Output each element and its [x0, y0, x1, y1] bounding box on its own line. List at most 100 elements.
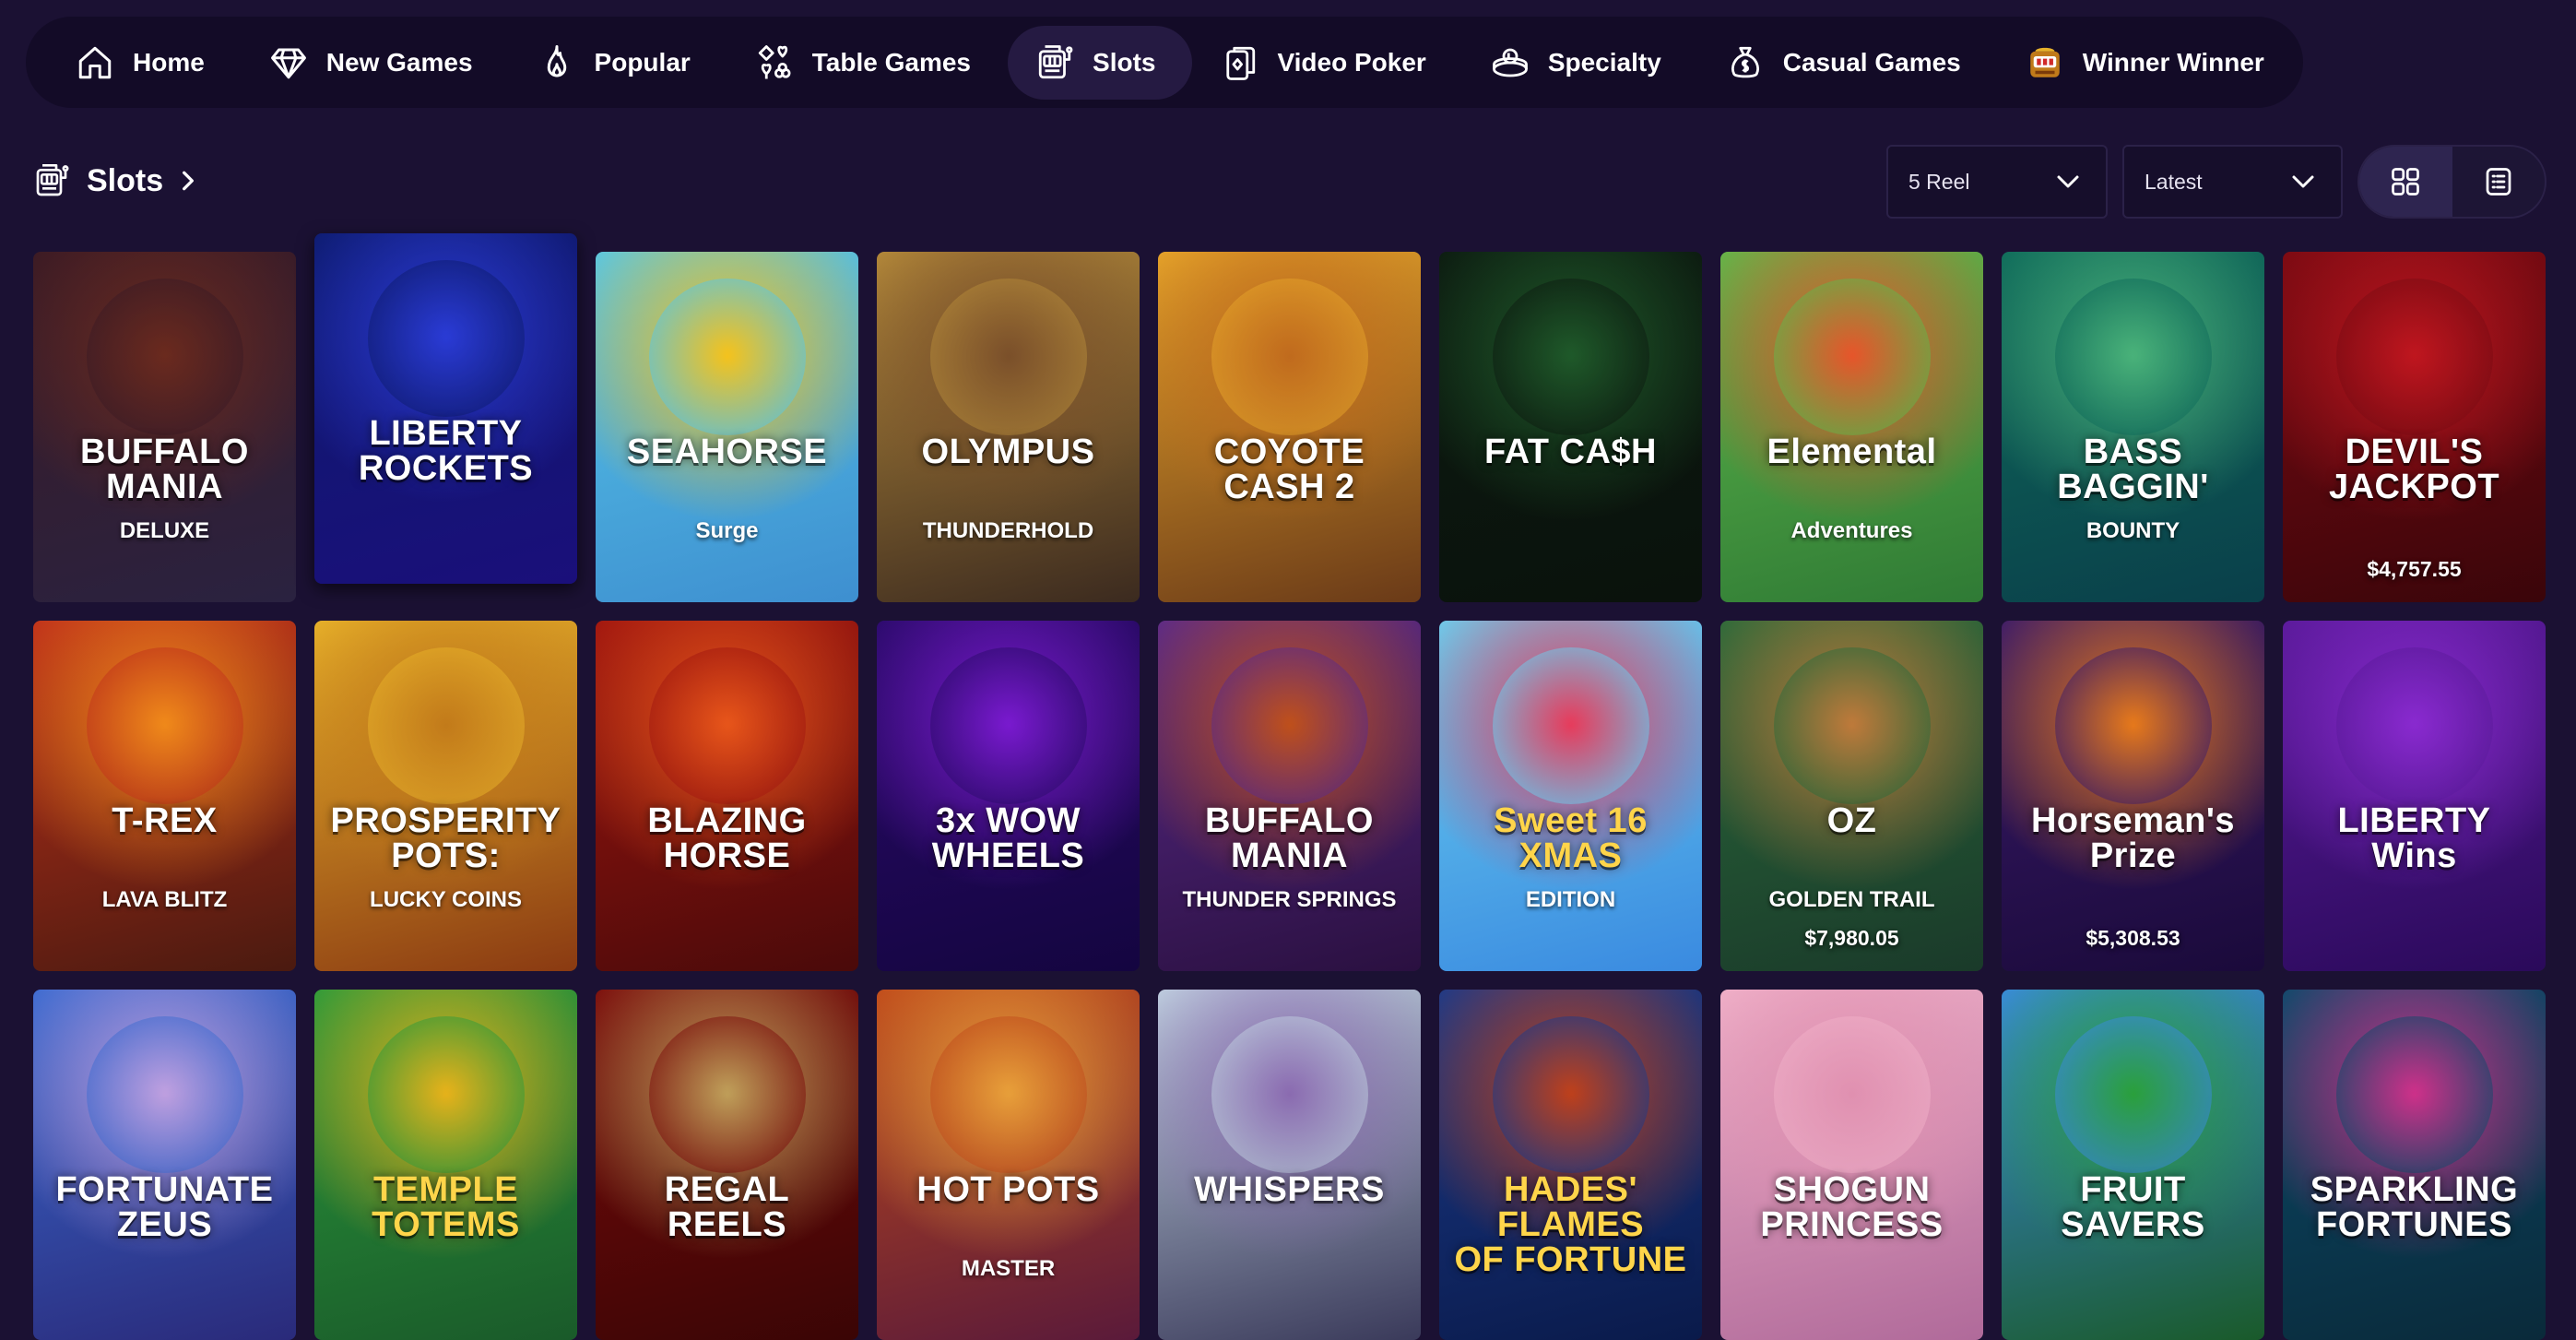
game-tile[interactable]: SPARKLING FORTUNES [2283, 990, 2546, 1340]
game-title: COYOTE CASH 2 [1213, 432, 1365, 506]
sort-dropdown[interactable]: Latest [2122, 145, 2343, 219]
nav-item-label: New Games [325, 47, 473, 77]
game-tile[interactable]: DEVIL'S JACKPOT $4,757.55 [2283, 252, 2546, 602]
game-title: Sweet 16 XMAS [1494, 800, 1648, 875]
game-tile[interactable]: SEAHORSE Surge [596, 252, 858, 602]
game-tile[interactable]: TEMPLE TOTEMS [314, 990, 577, 1340]
game-tile[interactable]: BLAZING HORSE [596, 621, 858, 971]
game-title: 3x WOW WHEELS [931, 800, 1085, 875]
list-icon [2486, 168, 2511, 196]
game-tile[interactable]: Elemental Adventures [1720, 252, 1983, 602]
nav-item-table-games[interactable]: Table Games [727, 26, 1008, 100]
game-tile[interactable]: Horseman's Prize $5,308.53 [2002, 621, 2264, 971]
game-character-art [2335, 647, 2493, 804]
game-tile[interactable]: FRUIT SAVERS [2002, 990, 2264, 1340]
nav-item-home[interactable]: Home [48, 26, 242, 100]
nav-item-popular[interactable]: Popular [510, 26, 727, 100]
game-subtitle: LUCKY COINS [370, 886, 522, 912]
nav-item-slots[interactable]: Slots [1008, 25, 1193, 100]
game-title: Horseman's Prize [2030, 800, 2235, 875]
nav-item-video-poker[interactable]: Video Poker [1192, 26, 1462, 100]
slot-machine-icon [1035, 43, 1074, 82]
game-tile[interactable]: HADES' FLAMES OF FORTUNE [1439, 990, 1702, 1340]
jackpot-amount: $4,757.55 [2367, 557, 2462, 581]
game-tile[interactable]: 3x WOW WHEELS [877, 621, 1140, 971]
game-subtitle: THUNDERHOLD [922, 517, 1094, 543]
main-nav: Home New Games Popular Table Games Slots… [26, 17, 2303, 108]
view-toggle [2357, 145, 2546, 219]
game-title: FRUIT SAVERS [2061, 1169, 2205, 1244]
game-tile[interactable]: BASS BAGGIN' BOUNTY [2002, 252, 2264, 602]
game-tile[interactable]: COYOTE CASH 2 [1158, 252, 1421, 602]
game-character-art [929, 279, 1087, 435]
game-character-art [2054, 279, 2212, 435]
chevron-down-icon [2057, 175, 2079, 188]
game-title: PROSPERITY POTS: [330, 800, 561, 875]
game-subtitle: Surge [695, 517, 759, 543]
game-character-art [648, 279, 806, 435]
game-character-art [2054, 1016, 2212, 1173]
game-character-art [86, 1016, 243, 1173]
game-character-art [86, 279, 243, 435]
game-character-art [1492, 1016, 1649, 1173]
game-title: TEMPLE TOTEMS [372, 1169, 520, 1244]
game-character-art [367, 1016, 525, 1173]
game-character-art [648, 647, 806, 804]
game-tile[interactable]: LIBERTY ROCKETS [314, 233, 577, 584]
game-character-art [1211, 1016, 1368, 1173]
game-character-art [1773, 647, 1931, 804]
nav-item-winner-winner[interactable]: Winner Winner [1998, 26, 2301, 100]
jackpot-amount: $5,308.53 [2086, 926, 2180, 950]
game-tile[interactable]: BUFFALO MANIA THUNDER SPRINGS [1158, 621, 1421, 971]
nav-item-new-games[interactable]: New Games [242, 26, 510, 100]
game-subtitle: MASTER [961, 1255, 1056, 1281]
game-tile[interactable]: Sweet 16 XMAS EDITION [1439, 621, 1702, 971]
breadcrumb[interactable]: Slots [33, 157, 200, 205]
nav-item-casual-games[interactable]: Casual Games [1698, 26, 1998, 100]
jackpot-amount: $7,980.05 [1804, 926, 1899, 950]
grid-view-button[interactable] [2359, 147, 2452, 217]
game-tile[interactable]: T-REX LAVA BLITZ [33, 621, 296, 971]
nav-item-label: Home [133, 47, 205, 77]
game-title: SHOGUN PRINCESS [1760, 1169, 1944, 1244]
list-view-button[interactable] [2452, 147, 2546, 217]
game-tile[interactable]: SHOGUN PRINCESS [1720, 990, 1983, 1340]
game-title: BUFFALO MANIA [1205, 800, 1374, 875]
nav-item-specialty[interactable]: Specialty [1463, 26, 1698, 100]
grid-icon [2392, 168, 2420, 196]
game-title: OLYMPUS [921, 432, 1095, 471]
game-subtitle: EDITION [1525, 886, 1616, 912]
nav-item-label: Casual Games [1782, 47, 1961, 77]
game-subtitle: THUNDER SPRINGS [1182, 886, 1397, 912]
reel-filter-dropdown[interactable]: 5 Reel [1886, 145, 2108, 219]
game-tile[interactable]: REGAL REELS [596, 990, 858, 1340]
game-character-art [1773, 1016, 1931, 1173]
chevron-down-icon [2292, 175, 2314, 188]
game-character-art [929, 1016, 1087, 1173]
nav-item-label: Table Games [811, 47, 972, 77]
game-subtitle: DELUXE [119, 517, 210, 543]
nav-item-label: Slots [1093, 47, 1156, 77]
game-tile[interactable]: HOT POTS MASTER [877, 990, 1140, 1340]
game-title: OZ [1826, 800, 1877, 840]
game-tile[interactable]: FORTUNATE ZEUS [33, 990, 296, 1340]
game-title: LIBERTY Wins [2337, 800, 2491, 875]
game-tile[interactable]: BUFFALO MANIA DELUXE [33, 252, 296, 602]
game-title: WHISPERS [1194, 1169, 1385, 1209]
game-title: REGAL REELS [664, 1169, 790, 1244]
game-tile[interactable]: FAT CA$H [1439, 252, 1702, 602]
game-tile[interactable]: OLYMPUS THUNDERHOLD [877, 252, 1140, 602]
game-tile[interactable]: OZ GOLDEN TRAIL $7,980.05 [1720, 621, 1983, 971]
bingo-ball-icon [1491, 43, 1530, 82]
playing-cards-icon [1220, 43, 1258, 82]
game-character-art [1773, 279, 1931, 435]
game-character-art [1211, 647, 1368, 804]
game-tile[interactable]: PROSPERITY POTS: LUCKY COINS [314, 621, 577, 971]
game-title: BASS BAGGIN' [2057, 432, 2209, 506]
game-tile[interactable]: LIBERTY Wins [2283, 621, 2546, 971]
game-title: BLAZING HORSE [647, 800, 807, 875]
game-character-art [1211, 279, 1368, 435]
game-tile[interactable]: WHISPERS [1158, 990, 1421, 1340]
reel-filter-value: 5 Reel [1908, 169, 1970, 194]
sort-value: Latest [2145, 169, 2203, 194]
